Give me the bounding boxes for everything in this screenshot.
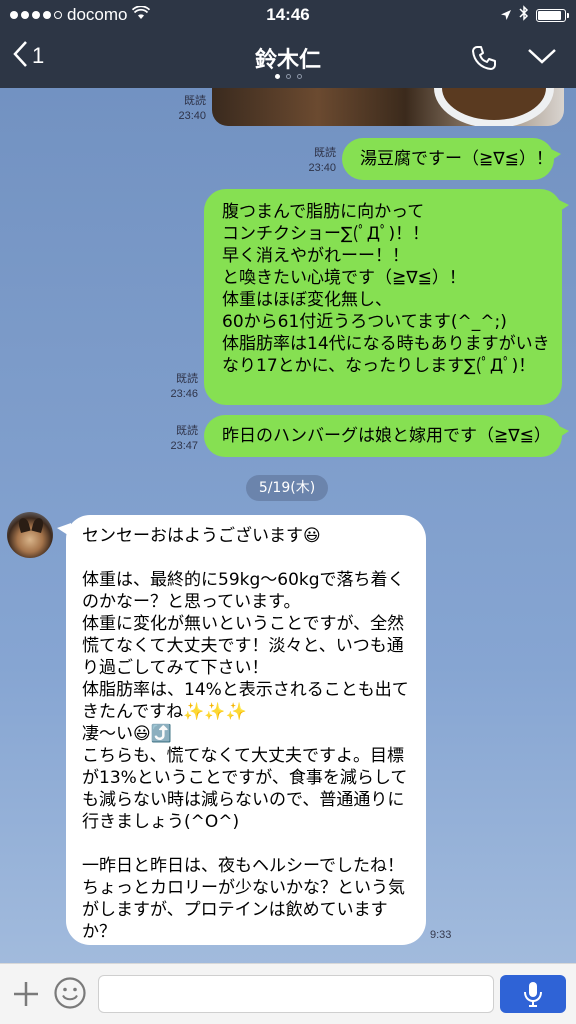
message-time: 23:46 bbox=[170, 388, 198, 400]
location-arrow-icon bbox=[500, 6, 512, 26]
call-button[interactable] bbox=[470, 44, 498, 76]
page-dot bbox=[296, 74, 302, 79]
received-message[interactable]: センセーおはようございます😃 体重は、最終的に59kg〜60kgで落ち着く のか… bbox=[57, 515, 426, 945]
read-receipt: 既読 bbox=[184, 95, 206, 107]
battery-icon bbox=[536, 9, 569, 22]
read-receipt: 既読 bbox=[176, 373, 198, 385]
message-meta: 既読 23:47 bbox=[162, 424, 198, 454]
plus-icon bbox=[14, 982, 38, 1006]
read-receipt: 既読 bbox=[314, 147, 336, 159]
bluetooth-icon bbox=[519, 5, 529, 26]
photo-plate bbox=[434, 88, 554, 126]
message-time: 9:33 bbox=[430, 929, 452, 941]
emoji-button[interactable] bbox=[53, 976, 87, 1014]
read-receipt: 既読 bbox=[176, 425, 198, 437]
status-time: 14:46 bbox=[266, 5, 310, 24]
message-meta: 既読 23:40 bbox=[170, 94, 206, 124]
page-dot bbox=[274, 74, 280, 79]
menu-button[interactable] bbox=[526, 46, 558, 70]
add-button[interactable] bbox=[10, 978, 42, 1014]
avatar[interactable] bbox=[7, 512, 53, 558]
message-time: 23:47 bbox=[170, 440, 198, 452]
sent-message[interactable]: 腹つまんで脂肪に向かって コンチクショー∑(ﾟДﾟ)！！ 早く消えやがれーー！！… bbox=[204, 189, 569, 405]
sent-photo[interactable] bbox=[212, 88, 564, 126]
status-bar: docomo 14:46 bbox=[0, 0, 576, 30]
page-dot bbox=[285, 74, 291, 79]
chat-header: 1 鈴木仁 bbox=[0, 30, 576, 88]
chevron-down-icon bbox=[528, 49, 556, 64]
date-separator: 5/19(木) bbox=[246, 475, 328, 501]
message-time: 23:40 bbox=[308, 162, 336, 174]
battery-level bbox=[538, 11, 562, 20]
avatar-ear bbox=[17, 516, 31, 534]
message-time: 23:40 bbox=[178, 110, 206, 122]
input-bar bbox=[0, 963, 576, 1024]
microphone-icon bbox=[524, 982, 542, 1007]
sent-message[interactable]: 湯豆腐ですー（≧∇≦）！ bbox=[342, 138, 561, 180]
voice-button[interactable] bbox=[500, 975, 566, 1013]
status-right bbox=[500, 5, 569, 26]
message-input[interactable] bbox=[98, 975, 494, 1013]
message-meta: 既読 23:40 bbox=[300, 146, 336, 176]
chat-area[interactable]: 既読 23:40 既読 23:40 湯豆腐ですー（≧∇≦）！ 既読 23:46 … bbox=[0, 88, 576, 963]
smiley-icon bbox=[54, 977, 86, 1009]
sent-message[interactable]: 昨日のハンバーグは娘と嫁用です（≧∇≦） bbox=[204, 415, 569, 457]
avatar-ear bbox=[31, 516, 45, 534]
phone-icon bbox=[472, 46, 496, 70]
message-meta: 既読 23:46 bbox=[162, 372, 198, 402]
